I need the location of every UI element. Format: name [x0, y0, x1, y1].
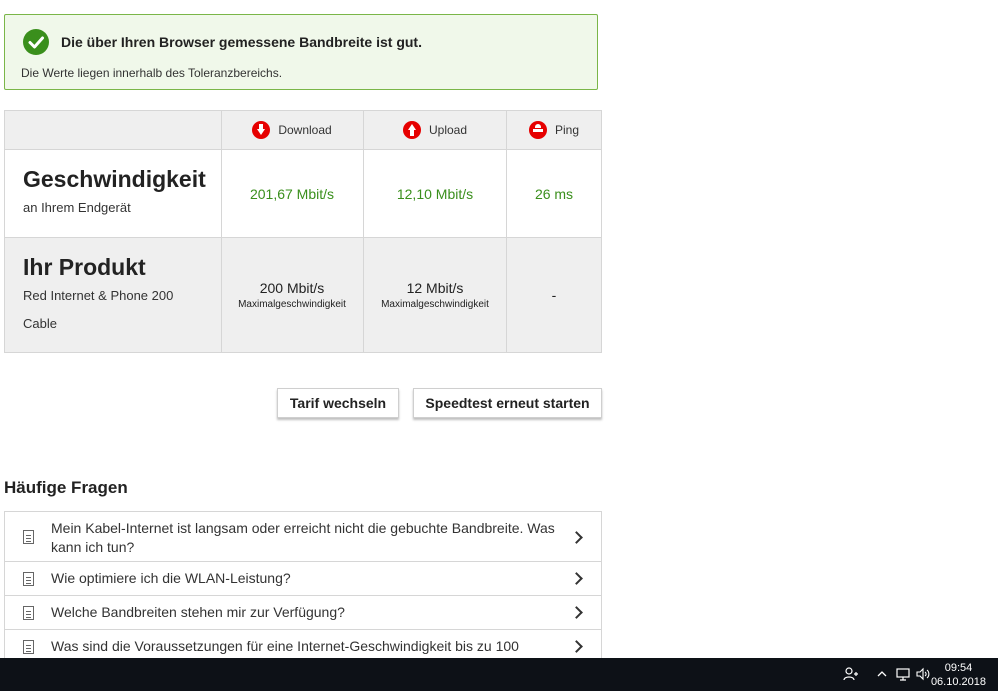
chevron-right-icon: [570, 572, 583, 585]
header-download: Download: [221, 111, 363, 149]
speed-title: Geschwindigkeit: [23, 166, 206, 192]
check-circle-icon: [23, 29, 49, 55]
speed-ping-value: 26 ms: [534, 185, 574, 202]
header-download-label: Download: [278, 123, 332, 137]
results-table: Download Upload Ping Geschwindigkeit an …: [4, 110, 602, 353]
speed-download-value: 201,67 Mbit/s: [249, 185, 335, 202]
banner-title: Die über Ihren Browser gemessene Bandbre…: [61, 34, 422, 50]
product-upload-note: Maximalgeschwindigkeit: [381, 299, 489, 310]
table-row-speed: Geschwindigkeit an Ihrem Endgerät 201,67…: [5, 149, 601, 237]
document-icon: [23, 530, 34, 544]
product-download-note: Maximalgeschwindigkeit: [238, 299, 346, 310]
header-ping-label: Ping: [554, 123, 580, 137]
product-upload-value: 12 Mbit/s: [406, 280, 464, 296]
network-icon[interactable]: [895, 666, 911, 685]
product-title: Ihr Produkt: [23, 254, 146, 280]
chevron-right-icon: [570, 531, 583, 544]
faq-question[interactable]: Wie optimiere ich die WLAN-Leistung?: [51, 569, 561, 588]
product-name-line2: Cable: [23, 316, 57, 331]
people-icon[interactable]: [843, 666, 859, 685]
tarif-wechseln-button[interactable]: Tarif wechseln: [277, 388, 399, 418]
header-ping: Ping: [507, 111, 601, 149]
chevron-right-icon: [570, 640, 583, 653]
header-upload-label: Upload: [428, 123, 468, 137]
table-row-product: Ihr Produkt Red Internet & Phone 200 Cab…: [5, 237, 601, 352]
document-icon: [23, 606, 34, 620]
upload-arrow-icon: [402, 121, 421, 139]
chevron-up-icon[interactable]: [876, 666, 888, 685]
chevron-right-icon: [570, 606, 583, 619]
ping-icon: [528, 121, 547, 139]
faq-question[interactable]: Mein Kabel-Internet ist langsam oder err…: [51, 519, 561, 557]
document-icon: [23, 572, 34, 586]
document-icon: [23, 640, 34, 654]
product-name-line1: Red Internet & Phone 200: [23, 288, 174, 303]
success-banner: Die über Ihren Browser gemessene Bandbre…: [4, 14, 598, 90]
taskbar-clock[interactable]: 09:54 06.10.2018: [931, 661, 986, 689]
faq-heading: Häufige Fragen: [4, 478, 128, 497]
header-upload: Upload: [364, 111, 506, 149]
speedtest-restart-button[interactable]: Speedtest erneut starten: [413, 388, 602, 418]
product-ping-value: -: [551, 287, 557, 303]
faq-item[interactable]: Welche Bandbreiten stehen mir zur Verfüg…: [4, 596, 602, 630]
product-download-value: 200 Mbit/s: [259, 280, 325, 296]
clock-time: 09:54: [944, 662, 973, 674]
faq-item[interactable]: Mein Kabel-Internet ist langsam oder err…: [4, 511, 602, 562]
faq-question[interactable]: Welche Bandbreiten stehen mir zur Verfüg…: [51, 603, 561, 622]
faq-list: Mein Kabel-Internet ist langsam oder err…: [4, 511, 602, 673]
volume-icon[interactable]: [915, 666, 931, 685]
clock-date: 06.10.2018: [930, 676, 986, 688]
download-arrow-icon: [252, 121, 271, 139]
speed-subtitle: an Ihrem Endgerät: [23, 200, 131, 215]
speed-upload-value: 12,10 Mbit/s: [396, 185, 474, 202]
faq-item[interactable]: Wie optimiere ich die WLAN-Leistung?: [4, 562, 602, 596]
table-header-row: Download Upload Ping: [5, 111, 601, 149]
banner-subtitle: Die Werte liegen innerhalb des Toleranzb…: [21, 66, 283, 80]
taskbar: 09:54 06.10.2018: [0, 658, 998, 691]
